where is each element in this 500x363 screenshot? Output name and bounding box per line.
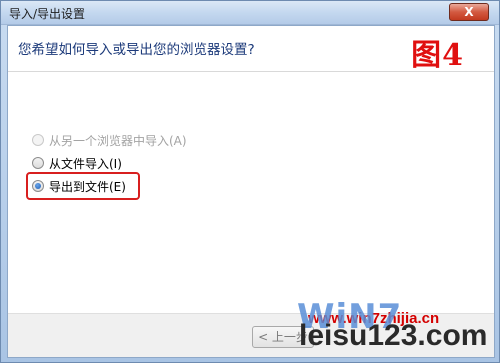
option-import-from-file[interactable]: 从文件导入(I) xyxy=(32,154,122,172)
figure-label: 图4 xyxy=(411,38,464,73)
dialog-header: 您希望如何导入或导出您的浏览器设置? 图4 xyxy=(8,26,494,73)
option-label: 从另一个浏览器中导入(A) xyxy=(49,133,187,148)
option-import-from-browser[interactable]: 从另一个浏览器中导入(A) xyxy=(32,131,187,149)
radio-selected-icon[interactable] xyxy=(32,180,44,192)
dialog-window: 导入/导出设置 X 您希望如何导入或导出您的浏览器设置? 图4 从另一个浏览器中… xyxy=(0,0,500,363)
option-label: 导出到文件(E) xyxy=(49,179,126,194)
dialog-content: 您希望如何导入或导出您的浏览器设置? 图4 从另一个浏览器中导入(A) 从文件导… xyxy=(7,25,495,358)
radio-icon[interactable] xyxy=(32,134,44,146)
option-label: 从文件导入(I) xyxy=(49,156,122,171)
option-export-to-file[interactable]: 导出到文件(E) xyxy=(32,177,126,195)
watermark-site: leisu123.com xyxy=(299,319,488,352)
radio-icon[interactable] xyxy=(32,157,44,169)
close-button[interactable]: X xyxy=(449,3,489,21)
header-question: 您希望如何导入或导出您的浏览器设置? xyxy=(18,42,255,58)
window-title: 导入/导出设置 xyxy=(9,7,86,21)
title-bar[interactable]: 导入/导出设置 X xyxy=(1,1,499,25)
options-panel: 从另一个浏览器中导入(A) 从文件导入(I) 导出到文件(E) xyxy=(8,73,494,313)
